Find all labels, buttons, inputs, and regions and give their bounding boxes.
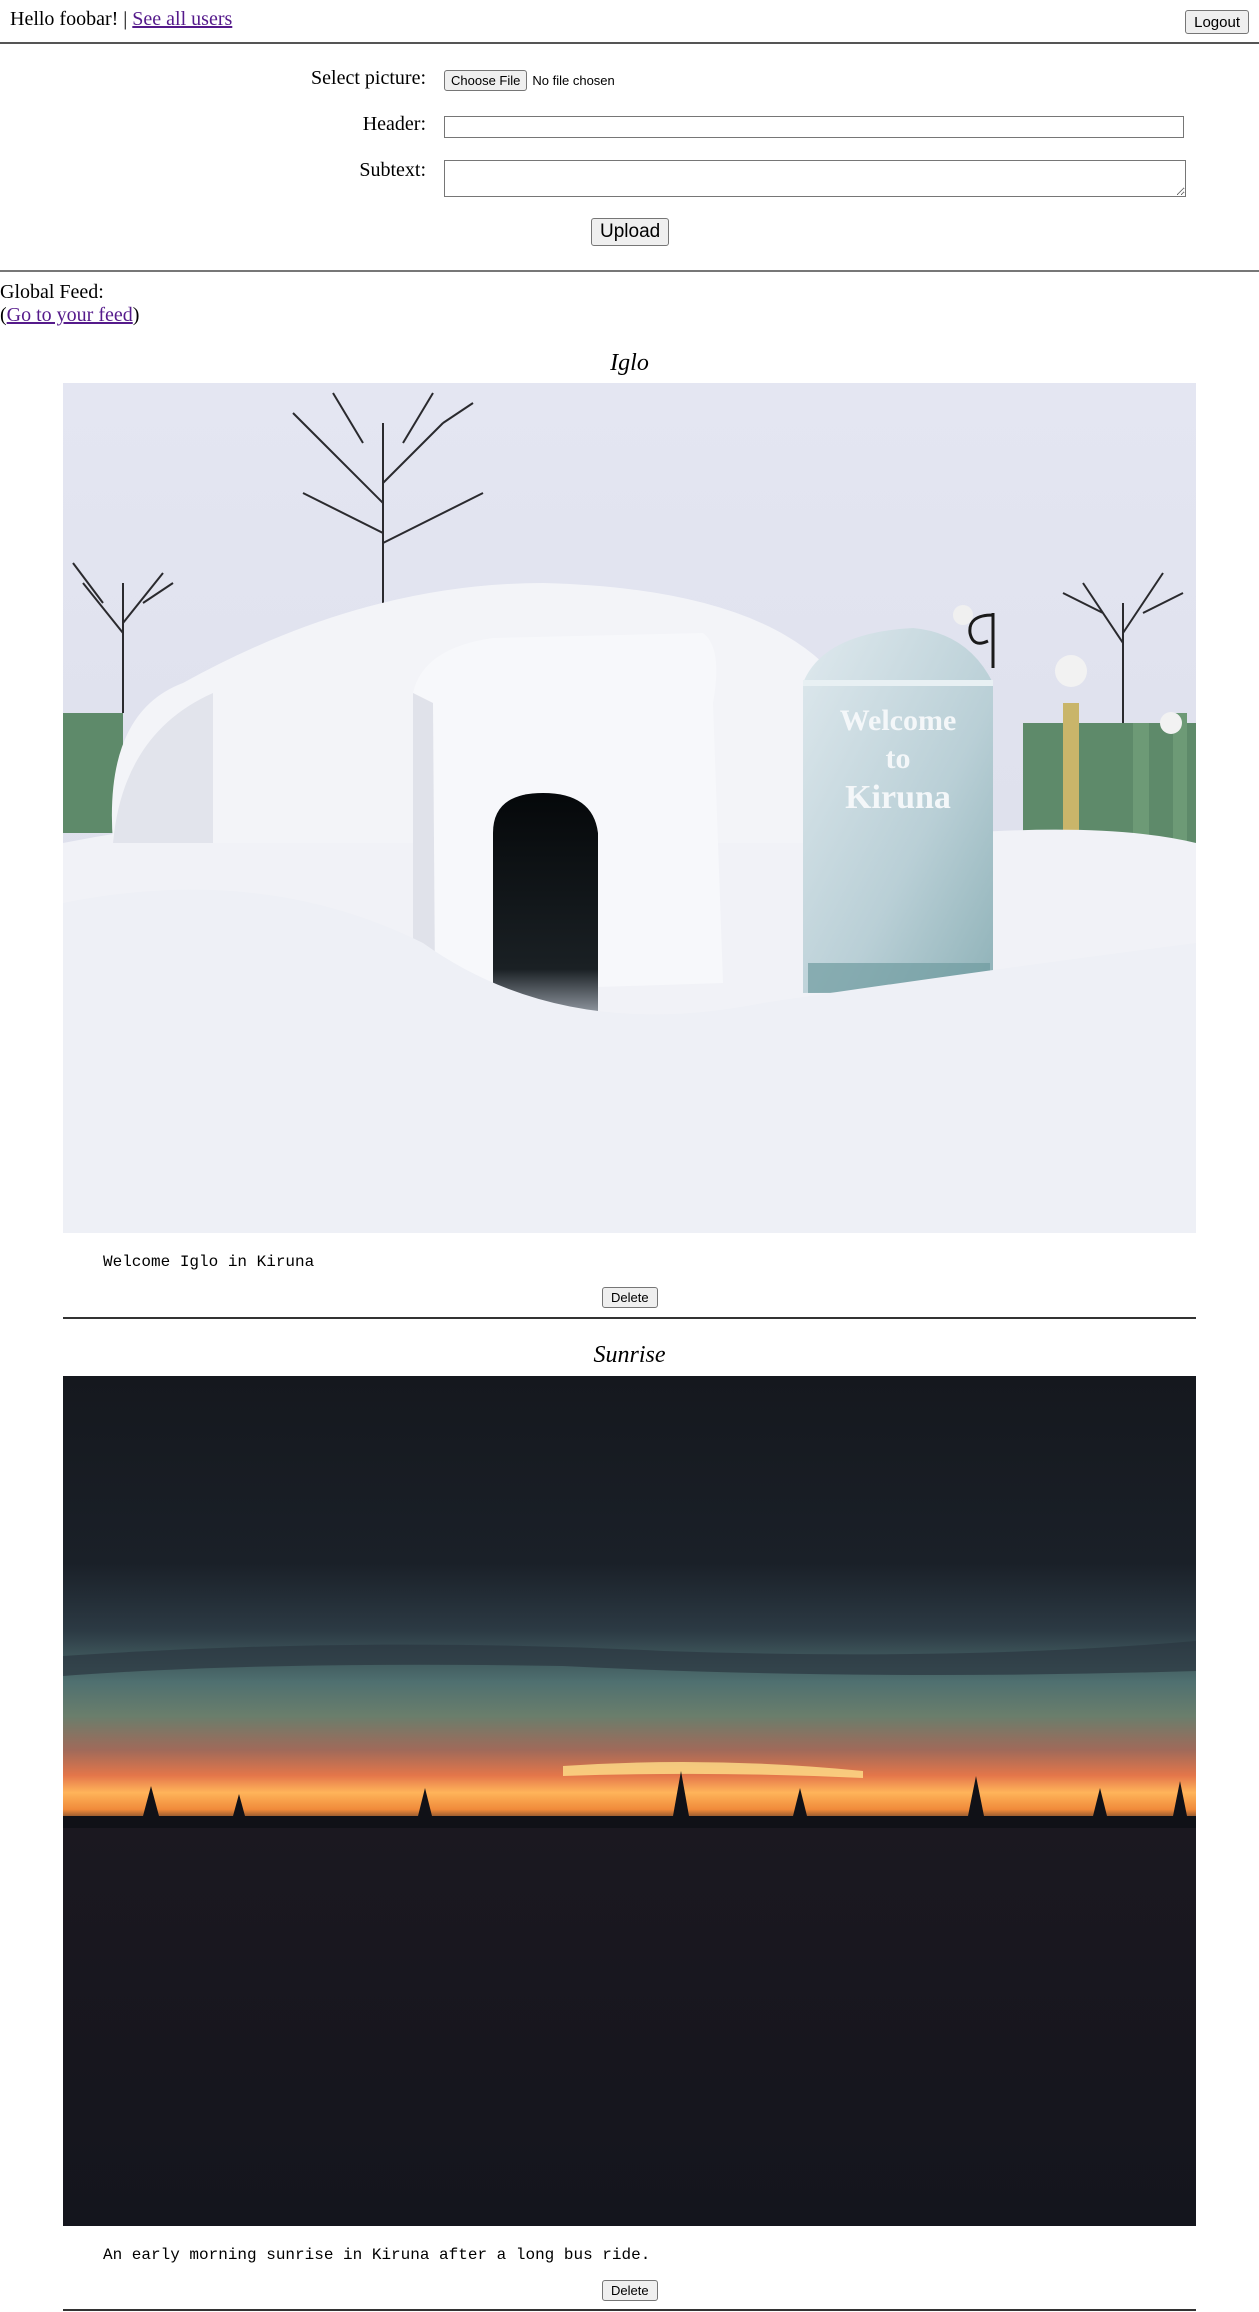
post-image-sunrise bbox=[63, 1376, 1196, 2226]
upload-button[interactable]: Upload bbox=[591, 218, 670, 246]
choose-file-button[interactable]: Choose File bbox=[444, 70, 528, 91]
delete-post-button[interactable]: Delete bbox=[602, 2280, 658, 2301]
logout-button[interactable]: Logout bbox=[1185, 10, 1249, 34]
global-feed-title: Global Feed: bbox=[0, 281, 104, 303]
post-image-iglo: Welcome to Kiruna bbox=[63, 383, 1196, 1233]
go-to-your-feed-link[interactable]: Go to your feed bbox=[7, 304, 133, 326]
ice-sign-text-2: to bbox=[886, 742, 911, 775]
top-bar: Hello foobar! | See all users Logout bbox=[0, 0, 1259, 44]
select-picture-label: Select picture: bbox=[311, 67, 426, 89]
post-subtext: Welcome Iglo in Kiruna bbox=[103, 1253, 315, 1271]
post-subtext: An early morning sunrise in Kiruna after… bbox=[103, 2246, 651, 2264]
ice-sign-text-3: Kiruna bbox=[845, 779, 951, 816]
post-divider bbox=[63, 1317, 1196, 1319]
post-divider bbox=[63, 2309, 1196, 2311]
feed-link-line: (Go to your feed) bbox=[0, 304, 140, 326]
header-input[interactable] bbox=[444, 116, 1184, 138]
post-title: Iglo bbox=[610, 350, 649, 376]
post-title: Sunrise bbox=[593, 1342, 666, 1368]
feed-heading: Global Feed: (Go to your feed) bbox=[0, 281, 139, 327]
header-label: Header: bbox=[362, 113, 426, 135]
subtext-label: Subtext: bbox=[359, 159, 426, 181]
file-input[interactable]: Choose File No file chosen bbox=[444, 70, 615, 91]
ice-sign-text-1: Welcome bbox=[840, 704, 957, 737]
form-divider bbox=[0, 270, 1259, 272]
no-file-chosen-text: No file chosen bbox=[532, 73, 615, 88]
greeting: Hello foobar! | See all users bbox=[10, 8, 232, 31]
delete-post-button[interactable]: Delete bbox=[602, 1287, 658, 1308]
greeting-text: Hello foobar! | bbox=[10, 8, 128, 30]
see-all-users-link[interactable]: See all users bbox=[132, 8, 232, 30]
subtext-textarea[interactable] bbox=[444, 160, 1186, 197]
